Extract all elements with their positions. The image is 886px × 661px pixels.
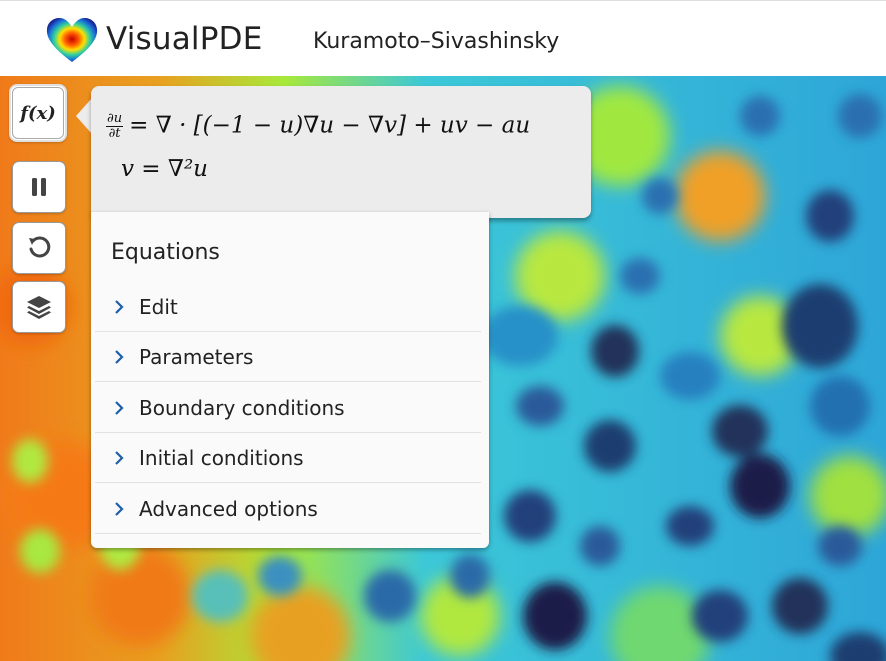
menu-title: Equations bbox=[111, 240, 220, 265]
menu-item-edit[interactable]: Edit bbox=[95, 282, 481, 332]
equation-line-1-rhs: = ∇ · [(−1 − u)∇u − ∇v] + uv − au bbox=[129, 112, 531, 139]
menu-item-label: Edit bbox=[139, 294, 178, 319]
layers-icon bbox=[27, 296, 51, 319]
menu-item-label: Advanced options bbox=[139, 496, 318, 521]
reset-button[interactable] bbox=[12, 222, 66, 274]
chevron-right-icon bbox=[115, 450, 124, 465]
menu-item-advanced-options[interactable]: Advanced options bbox=[95, 484, 481, 534]
menu-item-parameters[interactable]: Parameters bbox=[95, 332, 481, 382]
fraction-denominator: ∂t bbox=[108, 126, 121, 141]
page-title: Kuramoto–Sivashinsky bbox=[313, 29, 560, 54]
app-header: VisualPDE Kuramoto–Sivashinsky bbox=[0, 0, 886, 76]
equations-button[interactable]: f(x) bbox=[9, 84, 67, 142]
equation-pointer bbox=[76, 98, 92, 134]
equation-display-panel bbox=[91, 86, 591, 218]
chevron-right-icon bbox=[115, 299, 124, 314]
fraction-numerator: ∂u bbox=[106, 111, 124, 127]
pause-icon bbox=[32, 178, 46, 196]
time-derivative-fraction: ∂u ∂t bbox=[106, 111, 124, 141]
equations-button-frame: f(x) bbox=[12, 87, 64, 139]
menu-item-label: Initial conditions bbox=[139, 445, 304, 470]
chevron-right-icon bbox=[115, 501, 124, 516]
pause-button[interactable] bbox=[12, 161, 66, 213]
equation-line-1: ∂u ∂t = ∇ · [(−1 − u)∇u − ∇v] + uv − au bbox=[106, 112, 530, 141]
reset-icon bbox=[29, 236, 51, 258]
equations-menu: Equations Edit Parameters Boundary condi… bbox=[91, 212, 489, 548]
views-button[interactable] bbox=[12, 281, 66, 333]
app-name[interactable]: VisualPDE bbox=[106, 21, 263, 57]
equation-line-2: v = ∇²u bbox=[121, 156, 208, 182]
menu-item-label: Parameters bbox=[139, 344, 254, 369]
heart-logo-icon[interactable] bbox=[45, 16, 99, 64]
menu-item-label: Boundary conditions bbox=[139, 395, 345, 420]
chevron-right-icon bbox=[115, 400, 124, 415]
chevron-right-icon bbox=[115, 349, 124, 364]
menu-item-initial-conditions[interactable]: Initial conditions bbox=[95, 433, 481, 483]
menu-item-boundary-conditions[interactable]: Boundary conditions bbox=[95, 383, 481, 433]
function-icon: f(x) bbox=[20, 102, 56, 124]
